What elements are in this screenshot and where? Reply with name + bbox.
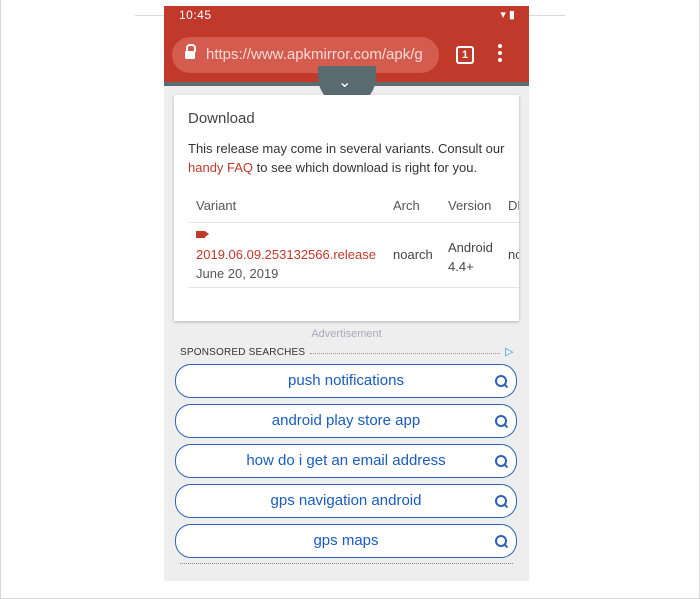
dpi-value: nodpi (508, 247, 519, 262)
release-date: June 20, 2019 (196, 266, 279, 281)
intro-text: This release may come in several variant… (188, 141, 505, 156)
search-pill-label: gps maps (313, 532, 379, 549)
search-icon (495, 415, 507, 427)
search-pill-label: android play store app (271, 412, 421, 429)
search-pill-label: push notifications (288, 372, 404, 389)
intro-tail: to see which download is right for you. (253, 160, 478, 175)
search-pill-push-notifications[interactable]: push notifications (175, 364, 517, 398)
search-pill-label: gps navigation android (270, 492, 422, 509)
chevron-down-icon: ⌄ (338, 74, 352, 91)
release-link[interactable]: 2019.06.09.253132566.release (196, 247, 376, 262)
version-value: Android 4.4+ (448, 238, 493, 276)
download-title: Download (188, 110, 255, 127)
search-icon (495, 495, 507, 507)
col-arch: Arch (393, 198, 420, 213)
col-dpi: DPI (508, 198, 519, 213)
divider (310, 353, 500, 354)
col-version: Version (448, 198, 492, 213)
version-line1: Android (448, 240, 493, 255)
col-variant: Variant (196, 198, 237, 213)
download-intro: This release may come in several variant… (188, 139, 513, 177)
search-pill-android-play-store-app[interactable]: android play store app (175, 404, 517, 438)
lock-icon (185, 44, 196, 60)
search-icon (495, 375, 507, 387)
frame-left-line (0, 0, 1, 599)
divider (180, 563, 513, 564)
status-icons: ▾ ▮ (500, 9, 515, 21)
phone-screen: 10:45 ▾ ▮ https://www.apkmirror.com/apk/… (164, 6, 529, 581)
status-time: 10:45 (179, 8, 212, 22)
search-pill-label: how do i get an email address (246, 452, 446, 469)
search-pill-email-address[interactable]: how do i get an email address (175, 444, 517, 478)
search-pill-gps-navigation[interactable]: gps navigation android (175, 484, 517, 518)
status-bar: 10:45 ▾ ▮ (164, 6, 529, 22)
version-line2: 4.4+ (448, 259, 474, 274)
download-card: Download This release may come in severa… (174, 95, 519, 321)
tab-switcher-button[interactable]: 1 (456, 46, 474, 64)
search-pill-gps-maps[interactable]: gps maps (175, 524, 517, 558)
sponsored-searches-label: SPONSORED SEARCHES (180, 347, 306, 358)
faq-link[interactable]: handy FAQ (188, 160, 253, 175)
tag-icon (196, 231, 209, 238)
advertisement-label: Advertisement (311, 328, 382, 340)
table-row: 2019.06.09.253132566.release June 20, 20… (188, 223, 519, 288)
address-bar[interactable]: https://www.apkmirror.com/apk/g (172, 37, 439, 73)
overflow-menu-icon[interactable] (498, 44, 504, 64)
adchoices-icon[interactable]: ▷ (505, 345, 517, 358)
url-text: https://www.apkmirror.com/apk/g (206, 46, 423, 63)
search-icon (495, 535, 507, 547)
table-header: Variant Arch Version DPI (188, 198, 519, 223)
arch-value: noarch (393, 247, 433, 262)
search-icon (495, 455, 507, 467)
